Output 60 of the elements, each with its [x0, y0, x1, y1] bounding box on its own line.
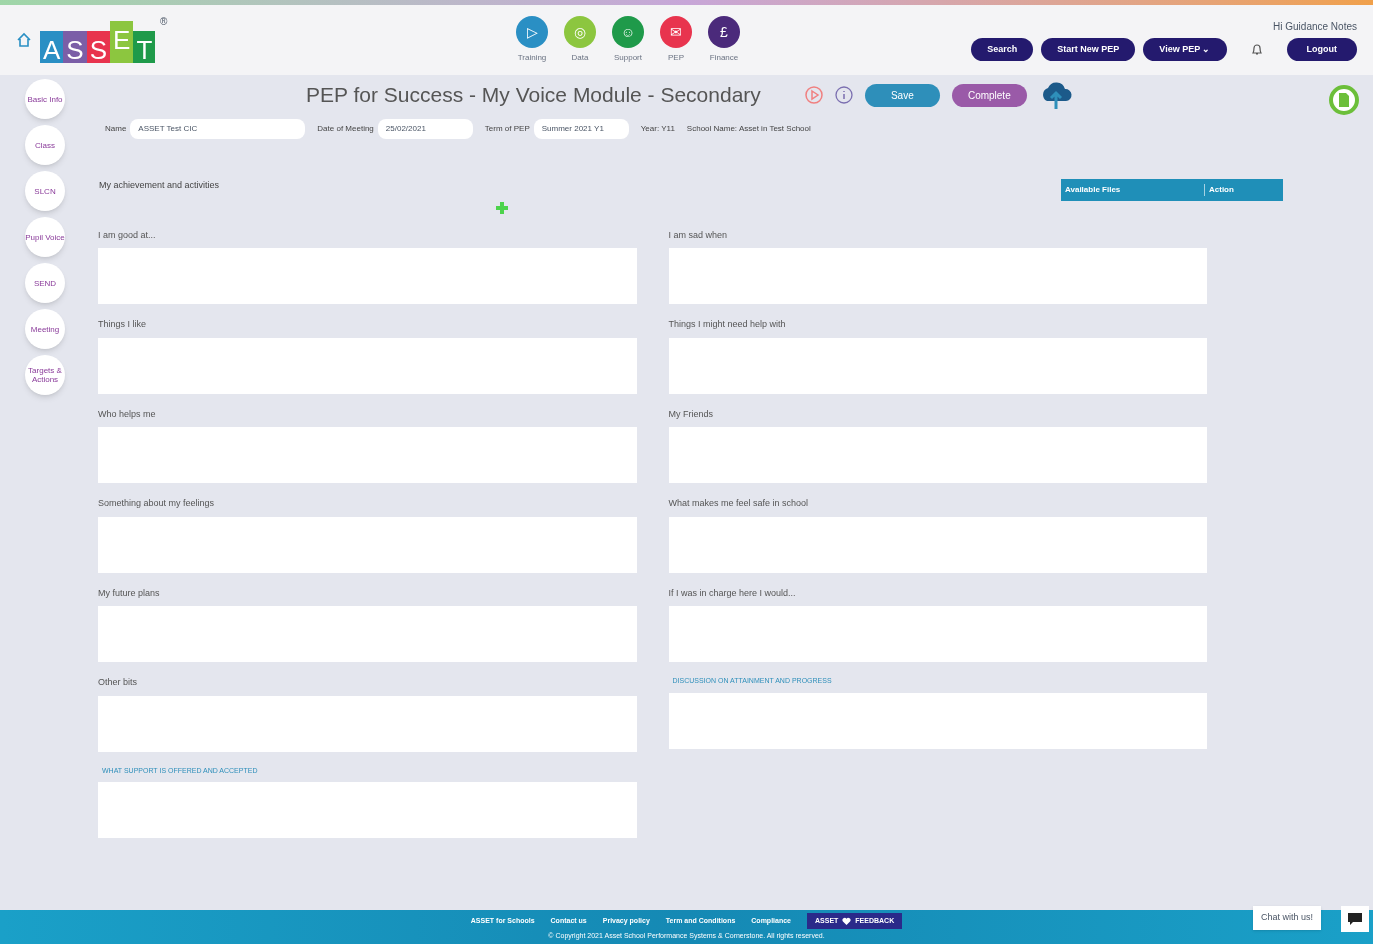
field-label: I am sad when — [668, 228, 729, 242]
nav-button[interactable]: Start New PEP — [1041, 37, 1136, 62]
greeting-text: Hi Guidance Notes — [1273, 19, 1357, 34]
detail-text: School Name: Asset in Test School — [686, 123, 811, 135]
text-area[interactable] — [668, 248, 1207, 304]
chat-icon[interactable] — [1341, 906, 1369, 932]
column-header: Action — [1208, 184, 1234, 196]
field-label: My Friends — [668, 407, 714, 421]
sidebar-item[interactable]: Basic Info — [25, 79, 65, 119]
text-area[interactable] — [98, 248, 637, 304]
chat-button[interactable]: Chat with us! — [1252, 906, 1321, 930]
logo: A S S E T ® — [40, 17, 168, 63]
logout-button[interactable]: Logout — [1286, 37, 1357, 62]
input-field[interactable]: Summer 2021 Y1 — [533, 119, 629, 139]
field-label: I am good at... — [98, 228, 157, 242]
play-icon[interactable] — [804, 86, 823, 104]
field-label: Term of PEP — [484, 123, 530, 135]
bell-icon[interactable] — [1250, 43, 1263, 56]
save-button[interactable]: Save — [864, 83, 940, 107]
field-label: Who helps me — [98, 407, 157, 421]
sidebar-item[interactable]: Pupil Voice — [25, 217, 65, 257]
field-label: Something about my feelings — [98, 497, 216, 510]
text-area[interactable] — [668, 427, 1207, 483]
field-label: Name — [105, 123, 127, 135]
input-field[interactable]: 25/02/2021 — [377, 119, 473, 139]
field-label: Things I might need help with — [668, 318, 787, 331]
text-area[interactable] — [668, 337, 1207, 394]
info-icon[interactable] — [834, 86, 853, 104]
document-icon[interactable] — [1329, 85, 1359, 115]
home-icon[interactable] — [16, 32, 32, 48]
text-area[interactable] — [98, 695, 637, 752]
field-label: Date of Meeting — [317, 123, 374, 135]
text-area[interactable] — [668, 692, 1207, 749]
sidebar-item[interactable]: Targets & Actions — [25, 355, 65, 395]
input-field[interactable]: ASSET Test CIC — [130, 119, 306, 139]
sidebar-item[interactable]: Class — [25, 125, 65, 165]
text-area[interactable] — [98, 516, 637, 573]
field-label: Other bits — [98, 676, 138, 689]
column-header: Available Files — [1061, 184, 1205, 196]
page-title: PEP for Success - My Voice Module - Secondary — [306, 82, 761, 109]
heart-icon — [842, 916, 852, 925]
complete-button[interactable]: Complete — [951, 83, 1027, 107]
text-area[interactable] — [668, 606, 1207, 662]
text-area[interactable] — [98, 782, 637, 838]
section-title: My achievement and activities — [99, 179, 221, 192]
sidebar-item[interactable]: SLCN — [25, 171, 65, 211]
sidebar-item[interactable]: SEND — [25, 263, 65, 303]
detail-text: Year: Y11 — [640, 123, 675, 135]
text-area[interactable] — [98, 427, 637, 483]
text-area[interactable] — [668, 516, 1207, 573]
sidebar-item[interactable]: Meeting — [25, 309, 65, 349]
text-area[interactable] — [98, 337, 637, 394]
text-area[interactable] — [98, 606, 637, 662]
nav-button[interactable]: View PEP ⌄ — [1143, 37, 1227, 62]
field-label: Things I like — [98, 318, 148, 331]
field-label: My future plans — [98, 586, 161, 600]
field-label: If I was in charge here I would... — [668, 586, 797, 600]
add-icon[interactable] — [495, 200, 509, 215]
field-label: What makes me feel safe in school — [668, 497, 810, 510]
nav-button[interactable]: Search — [971, 37, 1034, 62]
